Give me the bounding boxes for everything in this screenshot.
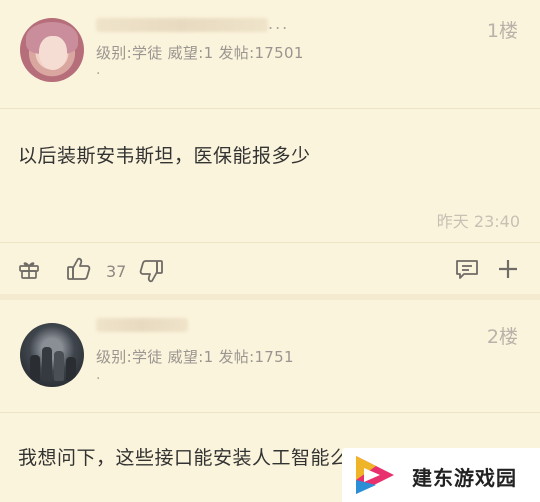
post-time: 昨天 23:40 [436, 212, 520, 231]
signature-dot: . [96, 62, 101, 78]
username-blurred[interactable] [96, 18, 268, 32]
avatar-figure [42, 347, 52, 381]
avatar-figure [30, 355, 40, 381]
thumbs-down-icon[interactable] [138, 258, 164, 288]
signature-dot: . [96, 367, 101, 383]
comment-icon[interactable] [455, 258, 479, 284]
plus-icon[interactable] [496, 257, 520, 285]
user-meta: 级别:学徒 威望:1 发帖:17501 [96, 44, 304, 62]
post-floor-1: ... 级别:学徒 威望:1 发帖:17501 . 1楼 以后装斯安韦斯坦，医保… [0, 0, 540, 296]
floor-number: 1楼 [486, 20, 518, 42]
avatar-face [39, 36, 67, 70]
gift-icon[interactable] [18, 258, 40, 284]
play-triangle-logo-icon [352, 454, 398, 500]
divider [0, 242, 540, 243]
divider [0, 108, 540, 109]
user-meta: 级别:学徒 威望:1 发帖:1751 [96, 348, 294, 366]
username-ellipsis: ... [268, 14, 290, 33]
watermark-text: 建东游戏园 [412, 466, 517, 490]
floor-number: 2楼 [486, 326, 518, 348]
user-avatar[interactable] [20, 323, 84, 387]
site-watermark: 建东游戏园 [342, 448, 540, 502]
post-content: 我想问下，这些接口能安装人工智能么? [18, 447, 361, 469]
username-blurred[interactable] [96, 318, 188, 332]
user-avatar[interactable] [20, 18, 84, 82]
post-content: 以后装斯安韦斯坦，医保能报多少 [18, 145, 311, 167]
like-count: 37 [106, 262, 127, 281]
thumbs-up-icon[interactable] [66, 256, 92, 286]
avatar-figure [54, 351, 64, 381]
avatar-figure [66, 357, 76, 381]
divider [0, 412, 540, 413]
